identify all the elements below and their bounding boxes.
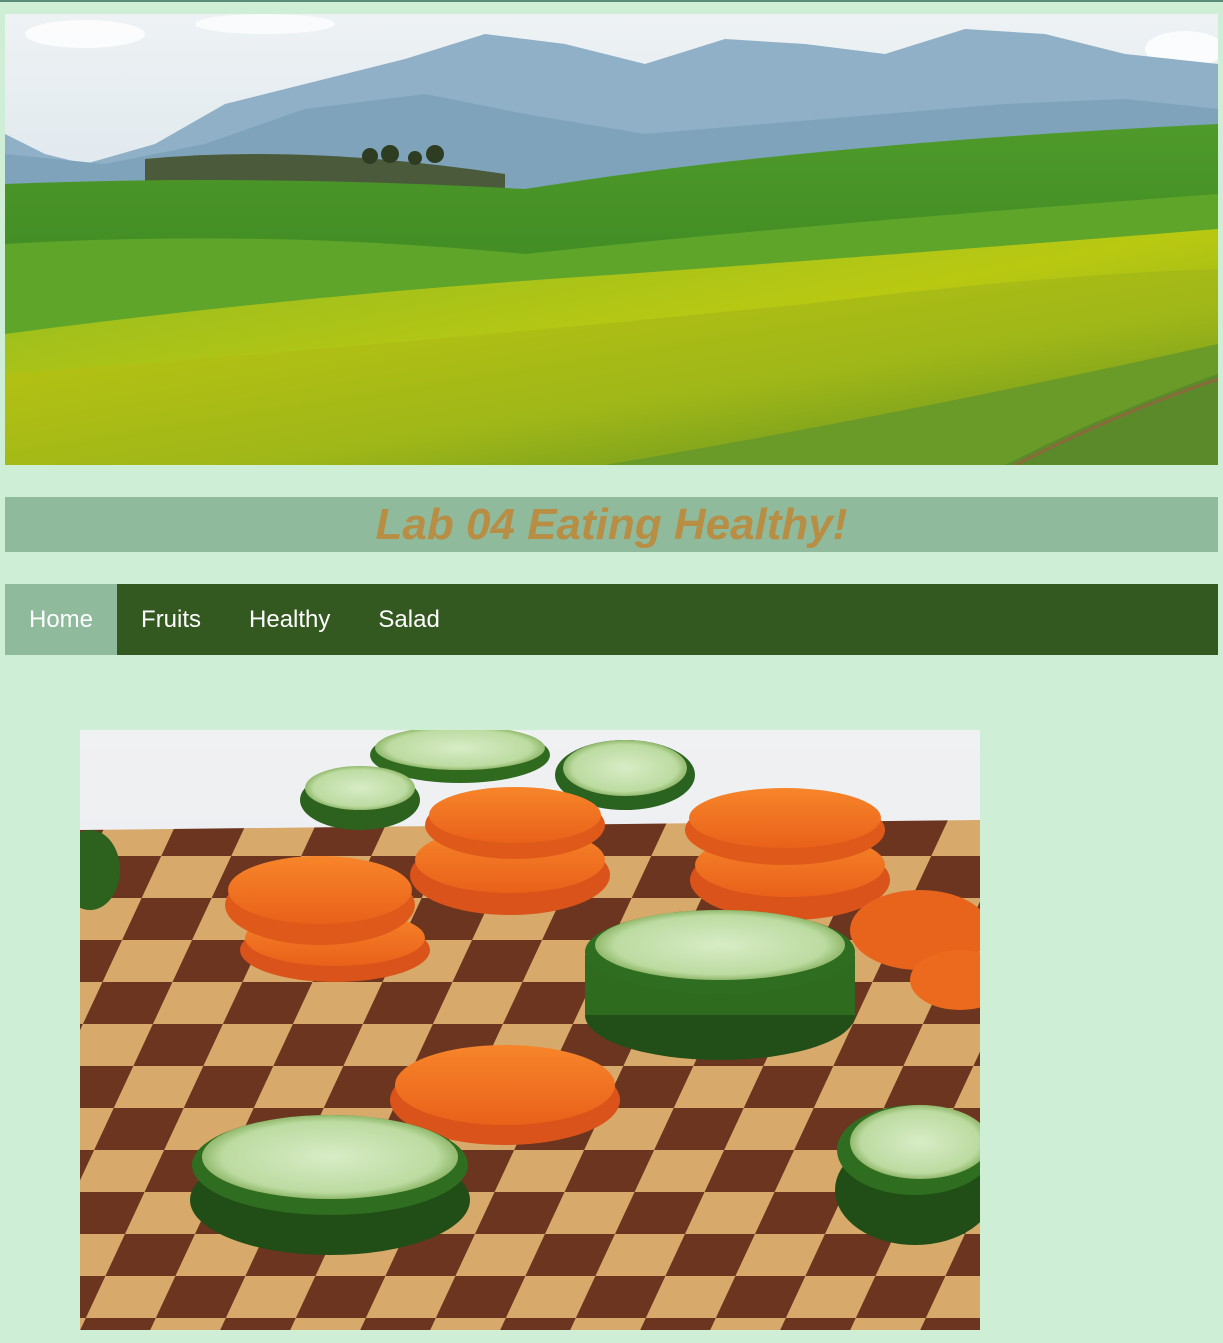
title-bar: Lab 04 Eating Healthy! [5,497,1218,552]
page-title: Lab 04 Eating Healthy! [375,500,848,549]
nav-item-healthy[interactable]: Healthy [225,584,354,655]
nav-item-salad[interactable]: Salad [354,584,463,655]
nav-item-fruits[interactable]: Fruits [117,584,225,655]
nav-item-home[interactable]: Home [5,584,118,655]
page: Lab 04 Eating Healthy! Home Fruits Healt… [0,0,1223,1343]
main-nav: Home Fruits Healthy Salad [5,584,1218,655]
main-image [80,730,980,1330]
banner-image [5,14,1218,465]
